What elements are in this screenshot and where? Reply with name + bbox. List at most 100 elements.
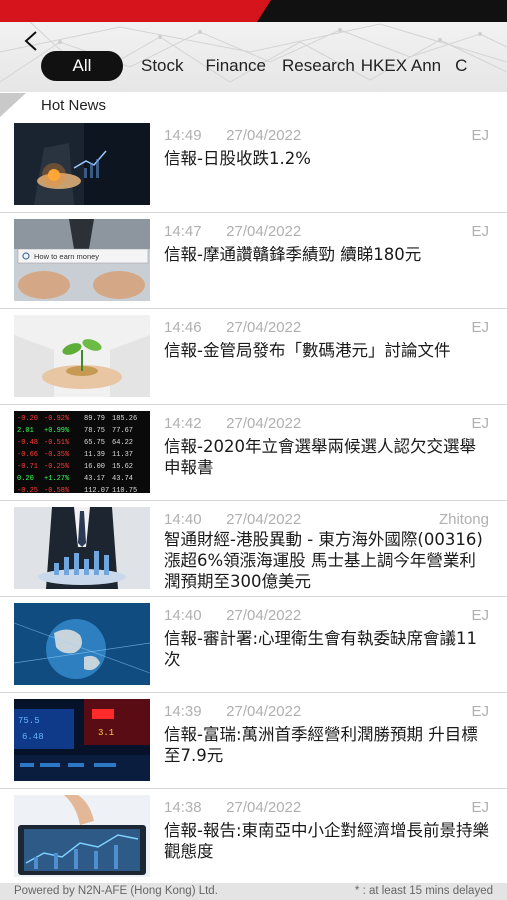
status-bar-accent — [257, 0, 507, 22]
news-date: 27/04/2022 — [226, 127, 302, 144]
news-date: 27/04/2022 — [226, 799, 302, 816]
svg-text:+0.99%: +0.99% — [44, 427, 70, 435]
svg-text:-0.51%: -0.51% — [44, 439, 70, 447]
news-item[interactable]: 14:46 27/04/2022 EJ 信報-金管局發布「數碼港元」討論文件 — [0, 309, 507, 405]
section-header: Hot News — [0, 93, 507, 117]
tablet-chart-icon — [14, 795, 150, 877]
svg-text:110.75: 110.75 — [112, 487, 137, 493]
svg-text:43.17: 43.17 — [84, 475, 105, 483]
news-source: EJ — [471, 319, 489, 336]
section-title: Hot News — [41, 97, 107, 114]
news-time: 14:49 — [164, 127, 202, 144]
svg-text:3.1: 3.1 — [98, 728, 114, 738]
svg-text:89.79: 89.79 — [84, 415, 105, 423]
news-time: 14:40 — [164, 511, 202, 528]
news-item[interactable]: 14:49 27/04/2022 EJ 信報-日股收跌1.2% — [0, 117, 507, 213]
svg-text:65.75: 65.75 — [84, 439, 105, 447]
news-item[interactable]: How to earn money 14:47 27/04/2022 EJ 信報… — [0, 213, 507, 309]
tab-research[interactable]: Research — [278, 51, 359, 81]
news-meta: 14:49 27/04/2022 EJ — [164, 127, 489, 145]
svg-text:0.20: 0.20 — [17, 475, 34, 483]
news-item[interactable]: 14:40 27/04/2022 Zhitong 智通財經-港股異動 - 東方海… — [0, 501, 507, 597]
powered-by-text: Powered by N2N-AFE (Hong Kong) Ltd. — [14, 885, 218, 897]
tab-more[interactable]: C — [447, 51, 475, 81]
svg-text:78.75: 78.75 — [84, 427, 105, 435]
svg-text:+1.27%: +1.27% — [44, 475, 70, 483]
news-date: 27/04/2022 — [226, 511, 302, 528]
status-bar — [0, 0, 507, 22]
header: All Stock Finance Research HKEX Ann C — [0, 22, 507, 92]
news-date: 27/04/2022 — [226, 223, 302, 240]
chevron-left-icon — [24, 31, 37, 51]
svg-text:112.07: 112.07 — [84, 487, 109, 493]
plant-coins-icon — [14, 315, 150, 397]
news-headline: 智通財經-港股異動 - 東方海外國際(00316)漲超6%領漲海運股 馬士基上調… — [164, 530, 483, 591]
svg-text:-0.20: -0.20 — [17, 415, 38, 423]
delay-note: * : at least 15 mins delayed — [354, 885, 493, 897]
news-headline: 信報-富瑞:萬洲首季經營利潤勝預期 升目標至7.9元 — [164, 725, 478, 765]
businessman-chart-icon — [14, 507, 150, 589]
news-source: EJ — [471, 607, 489, 624]
news-source: Zhitong — [438, 511, 489, 528]
thumb-search-text: How to earn money — [34, 252, 99, 261]
news-date: 27/04/2022 — [226, 607, 302, 624]
svg-text:-0.66: -0.66 — [17, 451, 38, 459]
news-source: EJ — [471, 415, 489, 432]
news-screen: All Stock Finance Research HKEX Ann C Ho… — [0, 0, 507, 900]
globe-icon — [14, 603, 150, 685]
svg-text:11.39: 11.39 — [84, 451, 105, 459]
news-meta: 14:39 27/04/2022 EJ — [164, 703, 489, 721]
section-wedge — [0, 93, 26, 117]
search-bar-icon: How to earn money — [14, 219, 150, 301]
news-meta: 14:38 27/04/2022 EJ — [164, 799, 489, 817]
svg-text:-0.25: -0.25 — [17, 487, 38, 493]
svg-text:185.26: 185.26 — [112, 415, 137, 423]
news-headline: 信報-金管局發布「數碼港元」討論文件 — [164, 341, 451, 360]
svg-text:11.37: 11.37 — [112, 451, 133, 459]
news-meta: 14:40 27/04/2022 EJ — [164, 607, 489, 625]
news-item[interactable]: -0.20 -0.92% 89.79 185.26 2.01 +0.99% 78.75 77… — [0, 405, 507, 501]
news-date: 27/04/2022 — [226, 319, 302, 336]
business-hand-icon — [14, 123, 150, 205]
news-headline: 信報-審計署:心理衛生會有執委缺席會議11次 — [164, 629, 478, 669]
news-date: 27/04/2022 — [226, 703, 302, 720]
svg-text:16.00: 16.00 — [84, 463, 105, 471]
news-item[interactable]: 14:38 27/04/2022 EJ 信報-報告:東南亞中小企對經濟增長前景持… — [0, 789, 507, 885]
footer: Powered by N2N-AFE (Hong Kong) Ltd. * : … — [0, 883, 507, 900]
svg-text:-0.35%: -0.35% — [44, 451, 70, 459]
news-time: 14:38 — [164, 799, 202, 816]
news-headline: 信報-日股收跌1.2% — [164, 149, 311, 168]
news-headline: 信報-摩通讚贛鋒季績勁 續睇180元 — [164, 245, 422, 264]
news-source: EJ — [471, 127, 489, 144]
news-source: EJ — [471, 703, 489, 720]
news-meta: 14:46 27/04/2022 EJ — [164, 319, 489, 337]
svg-text:-0.92%: -0.92% — [44, 415, 70, 423]
news-item[interactable]: 75.5 6.48 3.1 14:39 27/04/2022 EJ 信報-富瑞:萬… — [0, 693, 507, 789]
svg-text:43.74: 43.74 — [112, 475, 133, 483]
tab-stock[interactable]: Stock — [131, 51, 194, 81]
news-list: 14:49 27/04/2022 EJ 信報-日股收跌1.2% How to e… — [0, 117, 507, 885]
svg-text:2.01: 2.01 — [17, 427, 34, 435]
news-headline: 信報-2020年立會選舉兩候選人認欠交選舉申報書 — [164, 437, 476, 477]
tab-all[interactable]: All — [41, 51, 123, 81]
news-source: EJ — [471, 223, 489, 240]
svg-text:77.67: 77.67 — [112, 427, 133, 435]
svg-text:75.5: 75.5 — [18, 716, 40, 726]
svg-text:15.62: 15.62 — [112, 463, 133, 471]
svg-text:-0.71: -0.71 — [17, 463, 38, 471]
news-source: EJ — [471, 799, 489, 816]
stock-ticker-icon: 75.5 6.48 3.1 — [14, 699, 150, 781]
svg-text:-0.25%: -0.25% — [44, 463, 70, 471]
news-headline: 信報-報告:東南亞中小企對經濟增長前景持樂觀態度 — [164, 821, 490, 861]
news-time: 14:40 — [164, 607, 202, 624]
svg-text:-0.48: -0.48 — [17, 439, 38, 447]
tab-hkex-ann[interactable]: HKEX Ann — [361, 51, 445, 81]
news-date: 27/04/2022 — [226, 415, 302, 432]
stock-board-icon: -0.20 -0.92% 89.79 185.26 2.01 +0.99% 78.75 77… — [14, 411, 150, 493]
news-item[interactable]: 14:40 27/04/2022 EJ 信報-審計署:心理衛生會有執委缺席會議1… — [0, 597, 507, 693]
news-meta: 14:47 27/04/2022 EJ — [164, 223, 489, 241]
category-tabs: All Stock Finance Research HKEX Ann C — [41, 50, 477, 82]
news-meta: 14:42 27/04/2022 EJ — [164, 415, 489, 433]
svg-text:-0.58%: -0.58% — [44, 487, 70, 493]
tab-finance[interactable]: Finance — [196, 51, 276, 81]
